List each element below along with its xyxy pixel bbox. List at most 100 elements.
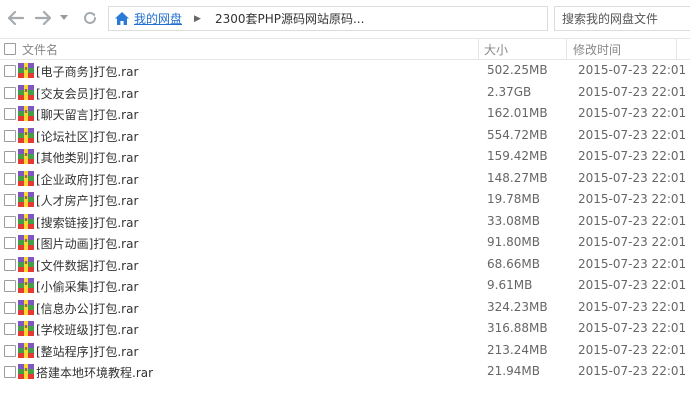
table-row[interactable]: [聊天留言]打包.rar 162.01MB 2015-07-23 22:01 (0, 103, 690, 125)
file-modified: 2015-07-23 22:01 (578, 192, 687, 206)
row-checkbox[interactable] (4, 344, 16, 357)
file-name[interactable]: [小偷采集]打包.rar (36, 278, 138, 295)
table-row[interactable]: [图片动画]打包.rar 91.80MB 2015-07-23 22:01 (0, 232, 690, 254)
row-checkbox[interactable] (4, 194, 16, 206)
chevron-down-icon (60, 15, 68, 20)
column-divider[interactable] (676, 39, 677, 59)
toolbar: 我的网盘 ▶ 2300套PHP源码网站原码... 搜索我的网盘文件 (0, 0, 690, 38)
table-row[interactable]: [论坛社区]打包.rar 554.72MB 2015-07-23 22:01 (0, 125, 690, 147)
file-name[interactable]: [信息办公]打包.rar (36, 300, 138, 317)
table-row[interactable]: [整站程序]打包.rar 213.24MB 2015-07-23 22:01 (0, 340, 690, 362)
arrow-right-icon (35, 11, 51, 25)
table-row[interactable]: [小偷采集]打包.rar 9.61MB 2015-07-23 22:01 (0, 275, 690, 297)
file-size: 2.37GB (487, 84, 532, 99)
rar-archive-icon (18, 364, 34, 379)
table-row[interactable]: [文件数据]打包.rar 68.66MB 2015-07-23 22:01 (0, 254, 690, 276)
breadcrumb-current[interactable]: 2300套PHP源码网站原码... (215, 10, 364, 27)
row-checkbox[interactable] (4, 86, 16, 99)
column-header-name[interactable]: 文件名 (22, 39, 58, 59)
rar-archive-icon (18, 278, 34, 293)
home-crumb[interactable]: 我的网盘 (109, 7, 182, 30)
file-name[interactable]: [论坛社区]打包.rar (36, 128, 138, 145)
file-size: 19.78MB (487, 192, 540, 206)
rar-archive-icon (18, 63, 34, 78)
file-size: 91.80MB (487, 235, 540, 249)
file-size: 213.24MB (487, 342, 548, 357)
table-row[interactable]: [搜索链接]打包.rar 33.08MB 2015-07-23 22:01 (0, 211, 690, 233)
rar-archive-icon (18, 149, 34, 164)
file-modified: 2015-07-23 22:01 (578, 149, 687, 163)
file-modified: 2015-07-23 22:01 (578, 364, 687, 378)
rar-archive-icon (18, 170, 34, 186)
row-checkbox[interactable] (4, 237, 16, 249)
row-checkbox[interactable] (4, 151, 16, 163)
row-checkbox[interactable] (4, 65, 16, 77)
rar-archive-icon (18, 299, 34, 315)
checkbox-box[interactable] (4, 43, 16, 55)
file-modified: 2015-07-23 22:01 (578, 321, 687, 335)
row-checkbox[interactable] (4, 108, 16, 120)
table-row[interactable]: [电子商务]打包.rar 502.25MB 2015-07-23 22:01 (0, 60, 690, 82)
rar-archive-icon (18, 213, 34, 229)
row-checkbox[interactable] (4, 323, 16, 335)
file-name[interactable]: [电子商务]打包.rar (36, 63, 138, 80)
file-modified: 2015-07-23 22:01 (578, 278, 687, 292)
file-name[interactable]: [整站程序]打包.rar (36, 343, 138, 360)
row-checkbox[interactable] (4, 366, 16, 378)
file-size: 502.25MB (487, 63, 548, 77)
rar-archive-icon (18, 106, 34, 121)
column-divider[interactable] (566, 39, 567, 59)
select-all-checkbox[interactable] (4, 39, 16, 59)
row-checkbox[interactable] (4, 215, 16, 228)
forward-button[interactable] (33, 8, 53, 28)
table-row[interactable]: 搭建本地环境教程.rar 21.94MB 2015-07-23 22:01 (0, 361, 690, 383)
breadcrumb-separator-icon: ▶ (194, 13, 201, 24)
home-icon (115, 12, 129, 25)
file-name[interactable]: [学校班级]打包.rar (36, 321, 138, 338)
table-row[interactable]: [信息办公]打包.rar 324.23MB 2015-07-23 22:01 (0, 297, 690, 319)
file-size: 9.61MB (487, 278, 533, 292)
file-modified: 2015-07-23 22:01 (578, 235, 687, 249)
row-checkbox[interactable] (4, 301, 16, 314)
breadcrumb: 我的网盘 ▶ 2300套PHP源码网站原码... (108, 6, 548, 31)
table-row[interactable]: [交友会员]打包.rar 2.37GB 2015-07-23 22:01 (0, 82, 690, 104)
column-header: 文件名 大小 修改时间 (0, 38, 690, 60)
column-header-size[interactable]: 大小 (484, 39, 508, 59)
file-size: 148.27MB (487, 170, 548, 185)
table-row[interactable]: [其他类别]打包.rar 159.42MB 2015-07-23 22:01 (0, 146, 690, 168)
file-modified: 2015-07-23 22:01 (578, 63, 687, 77)
file-modified: 2015-07-23 22:01 (578, 342, 687, 357)
column-header-modified[interactable]: 修改时间 (573, 39, 621, 59)
rar-archive-icon (18, 321, 34, 336)
back-button[interactable] (6, 8, 26, 28)
refresh-button[interactable] (80, 8, 100, 28)
row-checkbox[interactable] (4, 280, 16, 292)
history-dropdown-button[interactable] (58, 8, 70, 28)
file-size: 33.08MB (487, 213, 540, 228)
table-row[interactable]: [学校班级]打包.rar 316.88MB 2015-07-23 22:01 (0, 318, 690, 340)
file-name[interactable]: [文件数据]打包.rar (36, 257, 138, 274)
file-name[interactable]: [图片动画]打包.rar (36, 235, 138, 252)
rar-archive-icon (18, 235, 34, 250)
table-row[interactable]: [企业政府]打包.rar 148.27MB 2015-07-23 22:01 (0, 168, 690, 190)
breadcrumb-root-link[interactable]: 我的网盘 (134, 10, 182, 27)
file-name[interactable]: [聊天留言]打包.rar (36, 106, 138, 123)
table-row[interactable]: [人才房产]打包.rar 19.78MB 2015-07-23 22:01 (0, 189, 690, 211)
file-name[interactable]: [搜索链接]打包.rar (36, 214, 138, 231)
column-divider[interactable] (478, 39, 479, 59)
file-name[interactable]: [交友会员]打包.rar (36, 85, 138, 102)
file-name[interactable]: [其他类别]打包.rar (36, 149, 138, 166)
row-checkbox[interactable] (4, 258, 16, 271)
file-name[interactable]: 搭建本地环境教程.rar (36, 364, 153, 381)
file-modified: 2015-07-23 22:01 (578, 127, 687, 142)
file-modified: 2015-07-23 22:01 (578, 106, 687, 120)
row-checkbox[interactable] (4, 129, 16, 142)
file-name[interactable]: [企业政府]打包.rar (36, 171, 138, 188)
arrow-left-icon (8, 11, 24, 25)
file-name[interactable]: [人才房产]打包.rar (36, 192, 138, 209)
rar-archive-icon (18, 256, 34, 272)
rar-archive-icon (18, 84, 34, 100)
rar-archive-icon (18, 342, 34, 358)
search-input[interactable]: 搜索我的网盘文件 (554, 6, 690, 31)
row-checkbox[interactable] (4, 172, 16, 185)
